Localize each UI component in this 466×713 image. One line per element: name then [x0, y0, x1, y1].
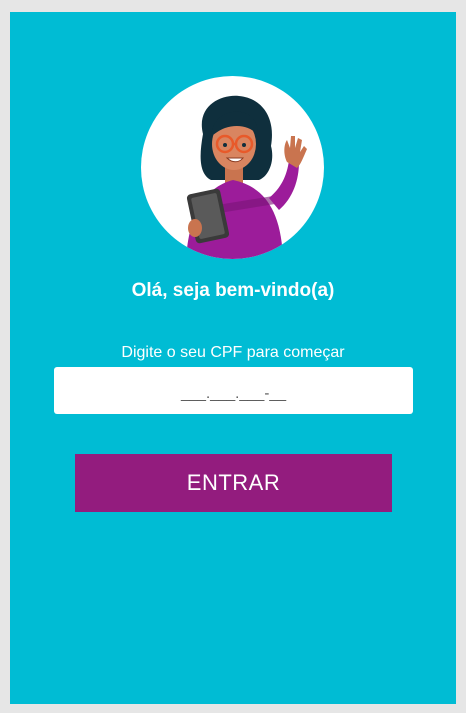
enter-button[interactable]: ENTRAR — [75, 454, 392, 512]
cpf-input[interactable] — [54, 367, 413, 414]
login-screen: Olá, seja bem-vindo(a) Digite o seu CPF … — [10, 12, 456, 704]
cpf-prompt-label: Digite o seu CPF para começar — [121, 344, 345, 361]
woman-with-tablet-icon — [186, 95, 307, 259]
avatar — [141, 76, 324, 259]
welcome-heading: Olá, seja bem-vindo(a) — [131, 280, 335, 301]
